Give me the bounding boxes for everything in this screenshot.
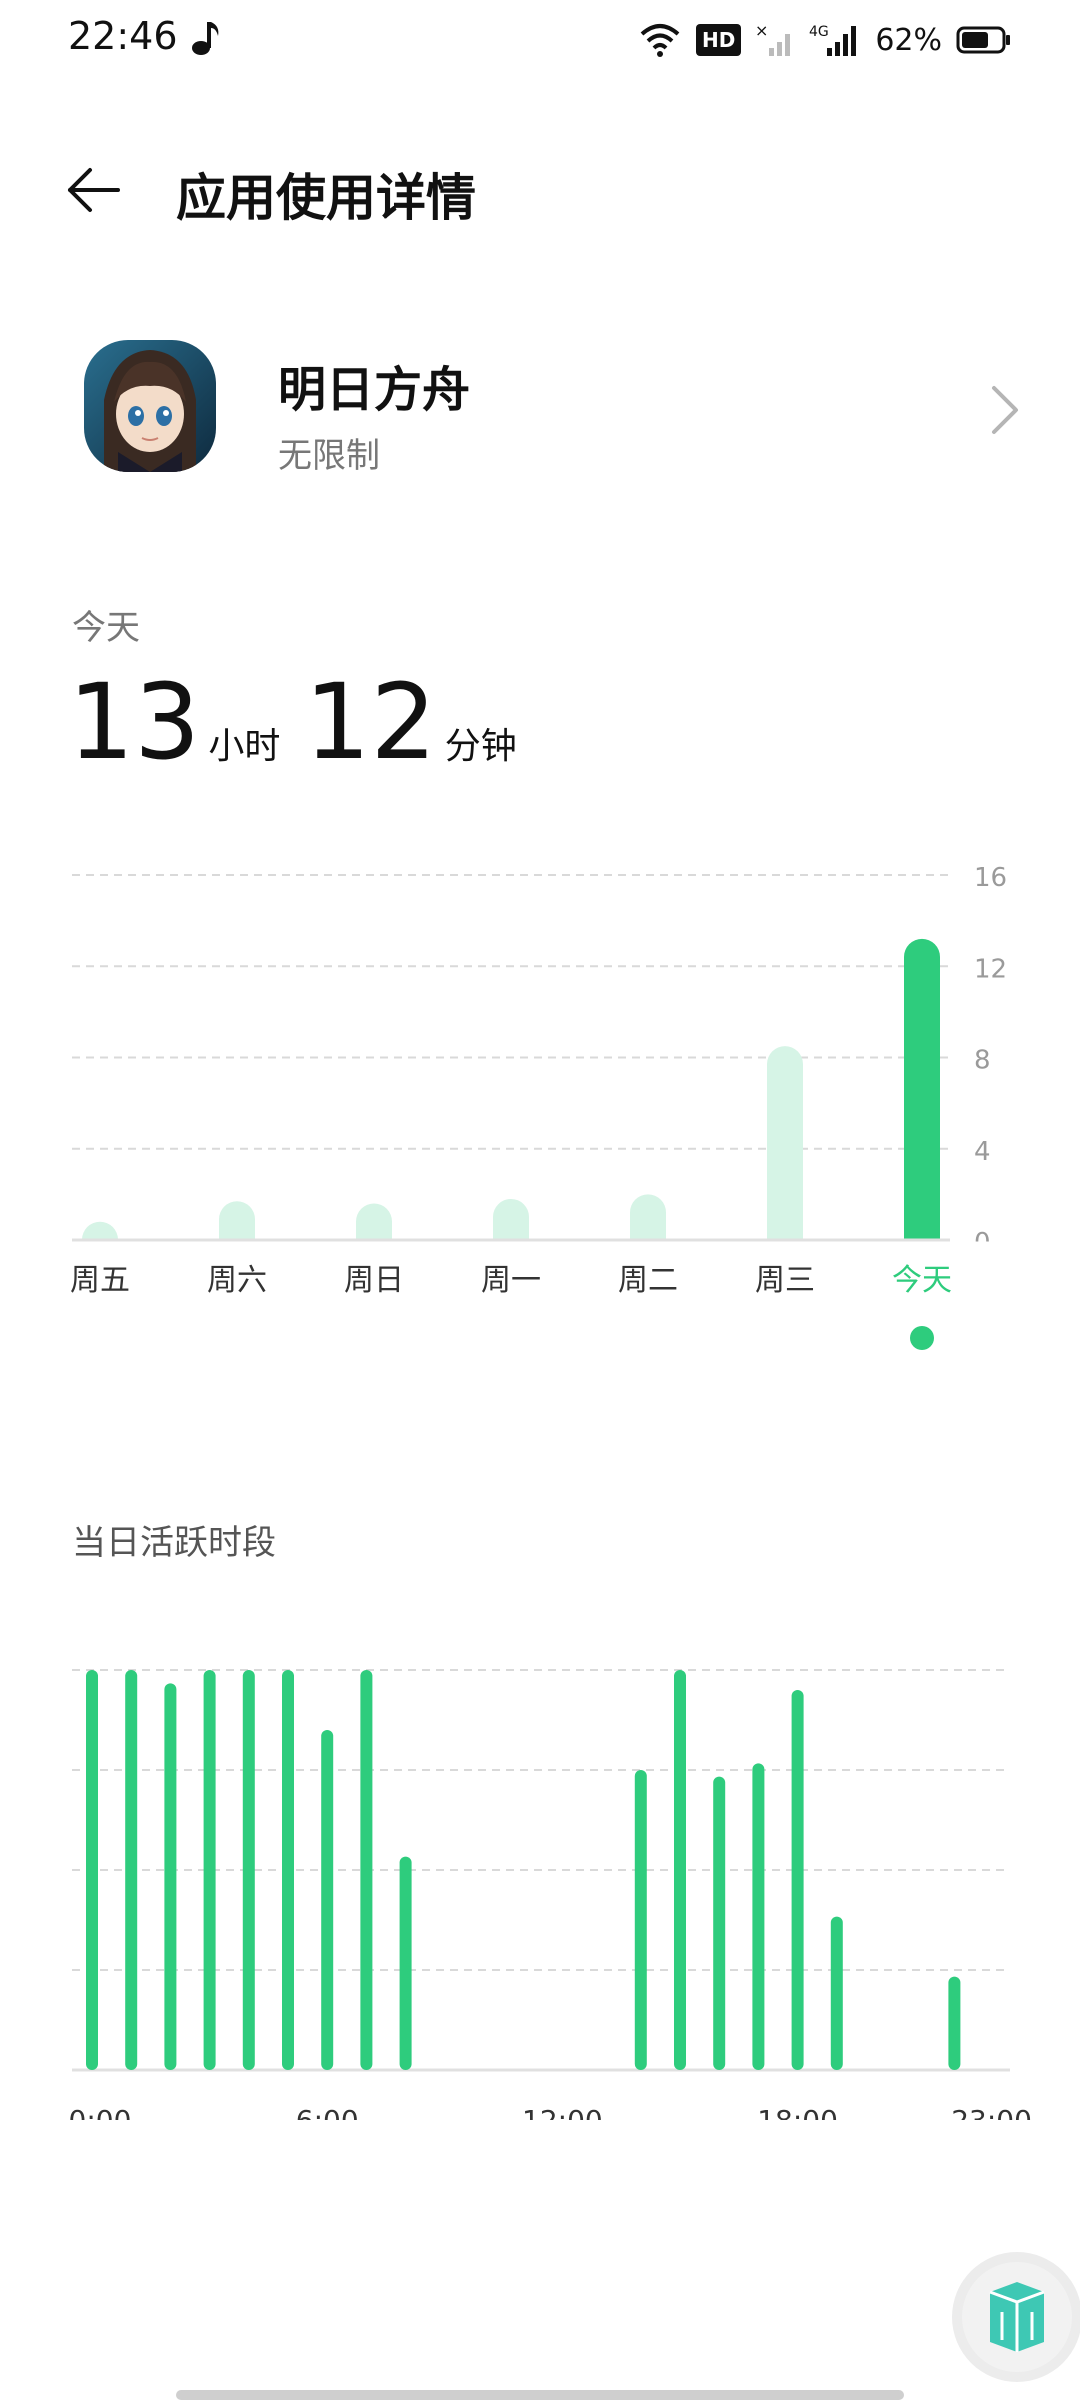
y-tick-label: 8 [974,1046,991,1076]
status-icons: HD × 4G 62% [638,18,1012,62]
minutes-unit: 分钟 [444,726,517,767]
hourly-activity-chart: 0:00 6:00 12:00 18:00 23:00 [69,1669,1032,2120]
today-total-time: 13 小时 12 分钟 [68,670,541,780]
battery-icon [956,26,1010,54]
hour-activity-bar [125,1670,138,2070]
hour-activity-bar [321,1730,334,2070]
battery-percent: 62% [875,22,942,58]
usage-bar [904,938,940,1258]
back-button[interactable] [64,160,124,220]
x-category-label[interactable]: 周二 [618,1263,678,1298]
hour-activity-bar [242,1670,255,2070]
page-title: 应用使用详情 [176,169,476,227]
hour-activity-bar [713,1776,726,2070]
status-bar: 22:46 HD × 4G 62% [0,0,1080,80]
status-time: 22:46 [68,14,178,58]
chevron-right-icon [992,386,1018,434]
hour-activity-bar [830,1916,843,2070]
hour-activity-bar [674,1670,686,2070]
hour-activity-bar [282,1670,294,2070]
x-category-label[interactable]: 周五 [70,1263,130,1298]
usage-bar [767,1046,803,1258]
x-tick-label: 23:00 [951,2104,1032,2120]
minutes-value: 12 [304,661,437,783]
hour-activity-bar [634,1770,647,2070]
hour-activity-bar [164,1683,177,2070]
hour-activity-bar [360,1670,373,2070]
x-category-label[interactable]: 周六 [207,1263,267,1298]
selected-day-dot [910,1326,934,1350]
y-tick-label: 4 [974,1137,991,1167]
x-category-label[interactable]: 今天 [892,1263,952,1298]
floating-assistant-button[interactable] [962,2262,1072,2372]
app-limit-status: 无限制 [278,436,380,476]
signal-4g-icon: 4G [809,24,857,56]
app-info-row[interactable]: 明日方舟 无限制 [64,330,1024,490]
cube-icon [989,2282,1045,2352]
arrow-left-icon [68,168,120,212]
hour-activity-bar [948,1976,961,2070]
x-category-label[interactable]: 周三 [755,1263,815,1298]
weekly-usage-chart[interactable]: 1612840周五周六周日周一周二周三今天 [0,850,1080,1380]
wifi-icon [640,24,680,57]
x-tick-label: 6:00 [296,2104,359,2120]
hour-activity-bar [203,1670,216,2070]
x-category-label[interactable]: 周日 [344,1263,404,1298]
hour-activity-bar [791,1690,804,2070]
hour-activity-bar [399,1856,412,2070]
network-label: 4G [809,24,829,40]
x-tick-label: 0:00 [69,2104,132,2120]
app-name: 明日方舟 [278,362,471,418]
y-tick-label: 16 [974,863,1007,893]
hour-activity-bar [752,1763,765,2070]
app-icon [84,340,216,472]
music-note-icon [192,22,219,55]
home-indicator [176,2390,904,2400]
signal-x-icon: × [755,22,791,56]
hd-icon: HD [695,24,742,56]
x-category-label[interactable]: 周一 [481,1263,541,1298]
hour-activity-bar [86,1670,98,2070]
app-usage-detail-page: 22:46 HD × 4G 62% 应用使用详情 明日方舟 无限制 今天 13 … [0,0,1080,2400]
today-label: 今天 [72,608,140,648]
x-tick-label: 12:00 [522,2104,603,2120]
y-tick-label: 12 [974,954,1007,984]
activity-section-title: 当日活跃时段 [72,1523,276,1563]
x-tick-label: 18:00 [757,2104,838,2120]
axis-mask [0,1241,1080,1260]
hours-value: 13 [68,661,201,783]
header: 应用使用详情 [0,150,1080,230]
svg-text:×: × [755,22,768,40]
hours-unit: 小时 [208,726,281,767]
